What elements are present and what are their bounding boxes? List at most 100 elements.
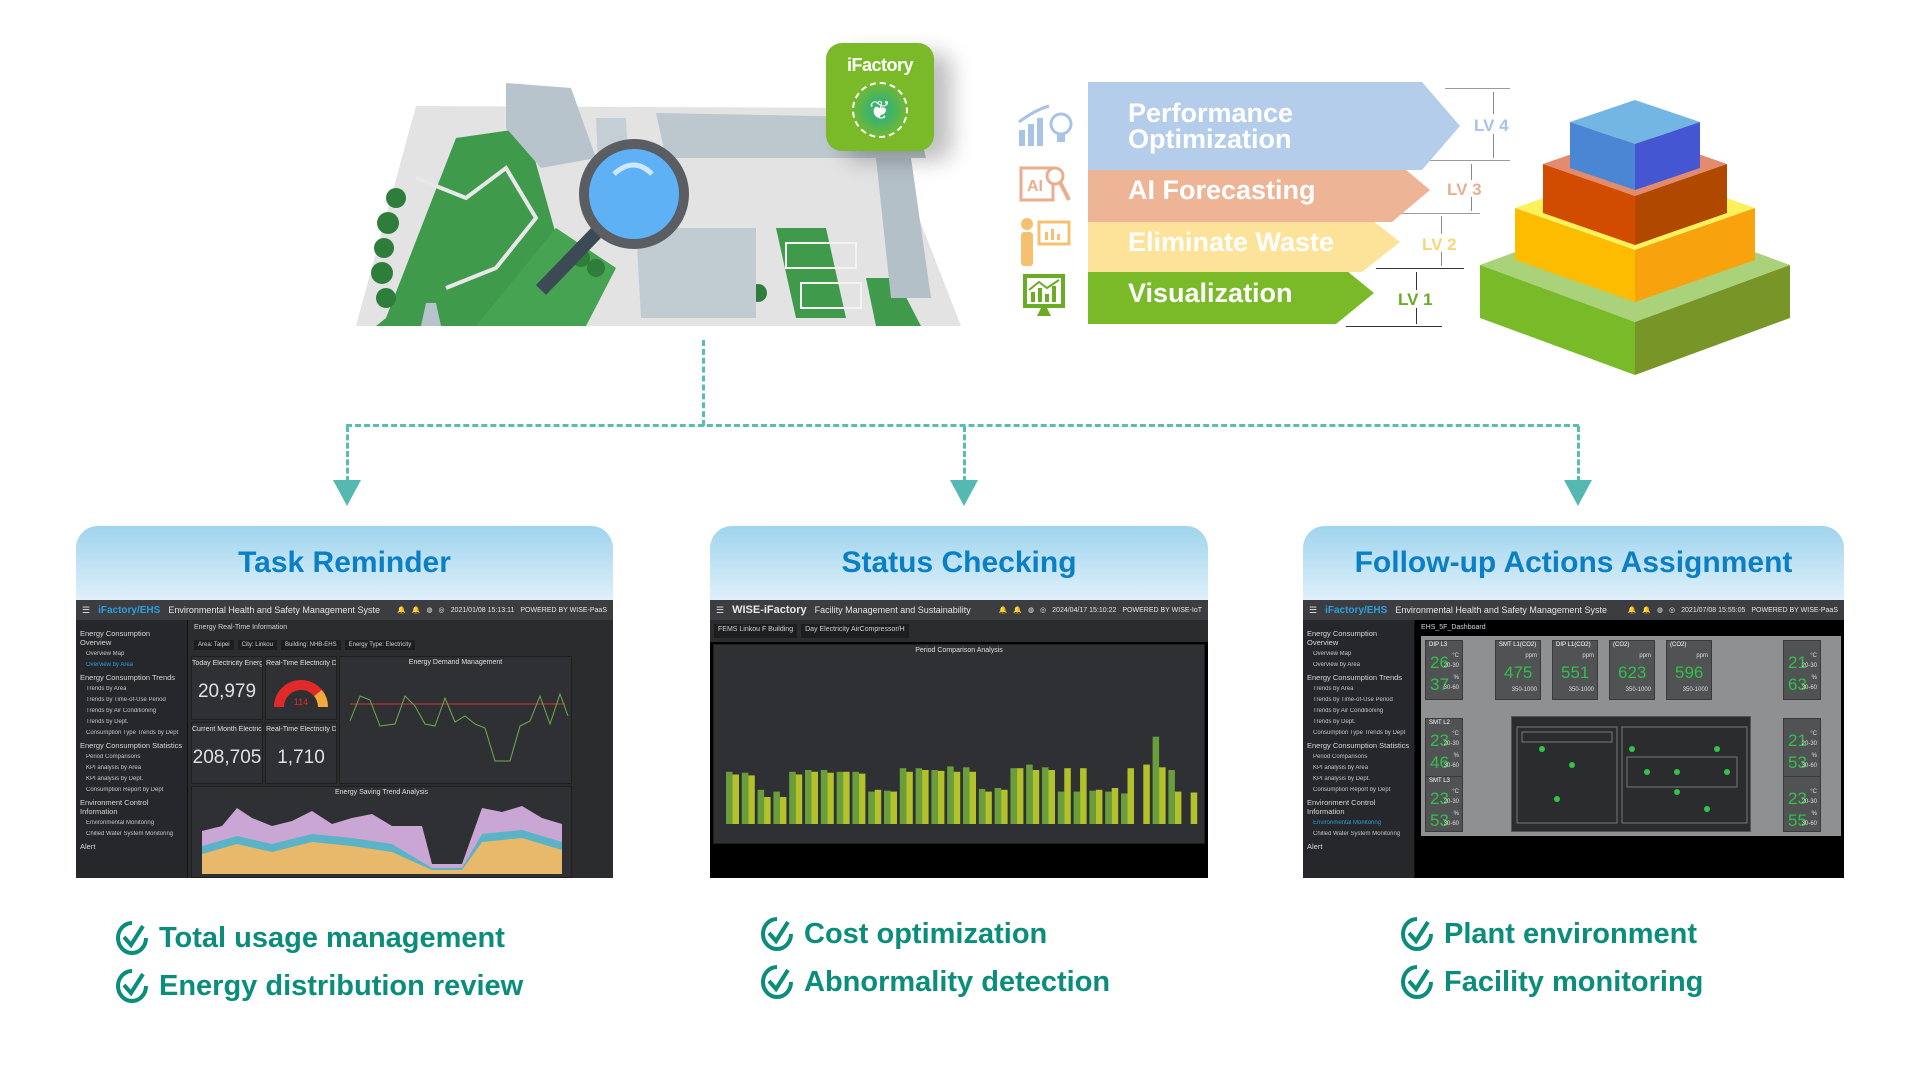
maturity-pyramid xyxy=(1480,100,1790,375)
sidebar-section[interactable]: Environment Control Information xyxy=(80,798,183,816)
sensor-tile[interactable]: SMT L3 23 °C 20-30 53% 30-60 xyxy=(1425,776,1463,832)
filter-chip[interactable]: City: Linkou xyxy=(237,640,277,650)
alarm-icon[interactable]: 🔔 xyxy=(1627,606,1636,614)
app-brand: iFactory/EHS xyxy=(98,604,161,616)
filter-chip[interactable]: Building: NHB-EHS xyxy=(280,640,341,650)
sensor-tile[interactable]: 21 °C 20-30 63% 30-60 xyxy=(1783,640,1821,700)
user-icon[interactable]: ◎ xyxy=(1669,606,1675,614)
notification-icon[interactable]: 🔔 xyxy=(1642,606,1651,614)
chart-bar xyxy=(937,770,945,824)
chart-bar xyxy=(1032,770,1040,824)
sidebar-section[interactable]: Alert xyxy=(1307,842,1410,851)
panel-follow-up-actions: Follow-up Actions Assignment ☰ iFactory/… xyxy=(1303,526,1844,878)
sidebar-item[interactable]: Trends by Area xyxy=(86,686,183,692)
sidebar-item[interactable]: Consumption Report by Dept xyxy=(1313,787,1410,793)
globe-icon[interactable]: ◍ xyxy=(1657,606,1663,614)
sidebar-item[interactable]: Environmental Monitoring xyxy=(1313,820,1410,826)
kpi-tile: Today Electricity Energy 20,979 xyxy=(191,656,263,720)
sidebar-section[interactable]: Energy Consumption Trends xyxy=(80,673,183,682)
badge-label: iFactory xyxy=(846,55,914,75)
chart-bar xyxy=(884,790,891,824)
filter-chip[interactable]: FEMS Linkou F Building xyxy=(714,624,798,638)
sidebar-section[interactable]: Alert xyxy=(80,842,183,851)
sidebar-section[interactable]: Energy Consumption Statistics xyxy=(1307,741,1410,750)
sensor-tile[interactable]: DIP L3 26 °C 20-30 37% 30-60 xyxy=(1425,640,1463,700)
sidebar-item[interactable]: Period Comparisons xyxy=(1313,754,1410,760)
chart-bar xyxy=(868,791,875,824)
globe-icon[interactable]: ◍ xyxy=(1028,606,1034,614)
sidebar-item[interactable]: Overview Map xyxy=(86,651,183,657)
sidebar-item[interactable]: Chilled Water System Monitoring xyxy=(86,831,183,837)
chart-bar xyxy=(741,772,749,824)
sidebar-section[interactable]: Energy Consumption Statistics xyxy=(80,741,183,750)
kpi-value: 1,710 xyxy=(277,747,325,768)
sensor-range: 30-60 xyxy=(1443,763,1459,769)
sidebar-section[interactable]: Environment Control Information xyxy=(1307,798,1410,816)
sidebar-section[interactable]: Energy Consumption Overview xyxy=(80,629,183,647)
chart-bar xyxy=(1016,768,1024,824)
sensor-name: (CO2) xyxy=(1670,642,1687,648)
sensor-tile[interactable]: 21 °C 20-30 53% 30-60 xyxy=(1783,718,1821,778)
notification-icon[interactable]: 🔔 xyxy=(1013,606,1022,614)
sensor-tile[interactable]: SMT L2 23 °C 20-30 46% 30-60 xyxy=(1425,718,1463,778)
sidebar-item[interactable]: KPI analysis by Dept. xyxy=(86,776,183,782)
sensor-tile[interactable]: (CO2) ppm 596 350-1000 xyxy=(1666,640,1712,700)
filter-chip[interactable]: Area: Taipei xyxy=(194,640,234,650)
chart-bar xyxy=(1089,790,1096,824)
floor-dashboard: DIP L3 26 °C 20-30 37% 30-60 SMT L1(CO2) ppm 475… xyxy=(1421,636,1841,836)
sidebar-item[interactable]: Overview by Area xyxy=(1313,662,1410,668)
sensor-tile[interactable]: 23 °C 20-30 55% 30-60 xyxy=(1783,776,1821,832)
sidebar-item[interactable]: KPI analysis by Area xyxy=(86,765,183,771)
sidebar-item[interactable]: Overview by Area xyxy=(86,662,183,668)
sensor-tile[interactable]: DIP L1(CO2) ppm 551 350-1000 xyxy=(1552,640,1598,700)
sidebar-item[interactable]: Trends by Area xyxy=(1313,686,1410,692)
sidebar-item[interactable]: Environmental Monitoring xyxy=(86,820,183,826)
chart-bar xyxy=(827,772,834,824)
alarm-icon[interactable]: 🔔 xyxy=(999,606,1008,614)
check-label: Abnormality detection xyxy=(804,965,1111,998)
chart-bar xyxy=(915,768,923,824)
sensor-tile[interactable]: (CO2) ppm 623 350-1000 xyxy=(1609,640,1655,700)
sensor-tile[interactable]: SMT L1(CO2) ppm 475 350-1000 xyxy=(1495,640,1541,700)
sidebar-item[interactable]: KPI analysis by Area xyxy=(1313,765,1410,771)
notification-icon[interactable]: 🔔 xyxy=(412,606,421,614)
check-item: Total usage management xyxy=(115,920,523,956)
sidebar-item[interactable]: Consumption Type Trends by Dept xyxy=(86,730,183,736)
sidebar-item[interactable]: Period Comparisons xyxy=(86,754,183,760)
check-label: Facility monitoring xyxy=(1444,965,1704,998)
sidebar-item[interactable]: Trends by Time-of-Use Period xyxy=(86,697,183,703)
datetime: 2024/04/17 15:10:22 xyxy=(1052,606,1117,614)
sidebar-item[interactable]: Trends by Dept. xyxy=(86,719,183,725)
sidebar-item[interactable]: Trends by Time-of-Use Period xyxy=(1313,697,1410,703)
check-item: Facility monitoring xyxy=(1400,964,1703,1000)
sidebar-item[interactable]: Overview Map xyxy=(1313,651,1410,657)
menu-icon[interactable]: ☰ xyxy=(82,605,90,616)
sidebar-section[interactable]: Energy Consumption Trends xyxy=(1307,673,1410,682)
sidebar-item[interactable]: Trends by Air Conditioning xyxy=(1313,708,1410,714)
chart-title: Energy Demand Management xyxy=(408,659,503,666)
kpi-value: 20,979 xyxy=(197,681,257,702)
sidebar-item[interactable]: Consumption Report by Dept xyxy=(86,787,183,793)
sensor-name: DIP L1(CO2) xyxy=(1556,642,1591,648)
filter-chip[interactable]: Day Electricity AirCompressor/H xyxy=(801,624,909,638)
chart-bar xyxy=(732,774,739,824)
menu-icon[interactable]: ☰ xyxy=(1309,605,1317,616)
check-item: Plant environment xyxy=(1400,916,1703,952)
sidebar-item[interactable]: Trends by Air Conditioning xyxy=(86,708,183,714)
user-icon[interactable]: ◎ xyxy=(439,606,445,614)
alarm-icon[interactable]: 🔔 xyxy=(397,606,406,614)
sidebar-section[interactable]: Energy Consumption Overview xyxy=(1307,629,1410,647)
sensor-value: 623 xyxy=(1618,663,1647,682)
sidebar-item[interactable]: Trends by Dept. xyxy=(1313,719,1410,725)
connector-branch xyxy=(1577,426,1580,482)
floor-plan xyxy=(1511,716,1751,832)
sidebar-item[interactable]: Chilled Water System Monitoring xyxy=(1313,831,1410,837)
breadcrumb: EHS_5F_Dashboard xyxy=(1421,624,1486,631)
filter-chip[interactable]: Energy Type: Electricity xyxy=(344,640,416,650)
sidebar-item[interactable]: KPI analysis by Dept. xyxy=(1313,776,1410,782)
user-icon[interactable]: ◎ xyxy=(1040,606,1046,614)
sidebar: Energy Consumption Overview Overview Map… xyxy=(1303,620,1415,878)
sidebar-item[interactable]: Consumption Type Trends by Dept xyxy=(1313,730,1410,736)
menu-icon[interactable]: ☰ xyxy=(716,605,724,616)
globe-icon[interactable]: ◍ xyxy=(426,606,432,614)
